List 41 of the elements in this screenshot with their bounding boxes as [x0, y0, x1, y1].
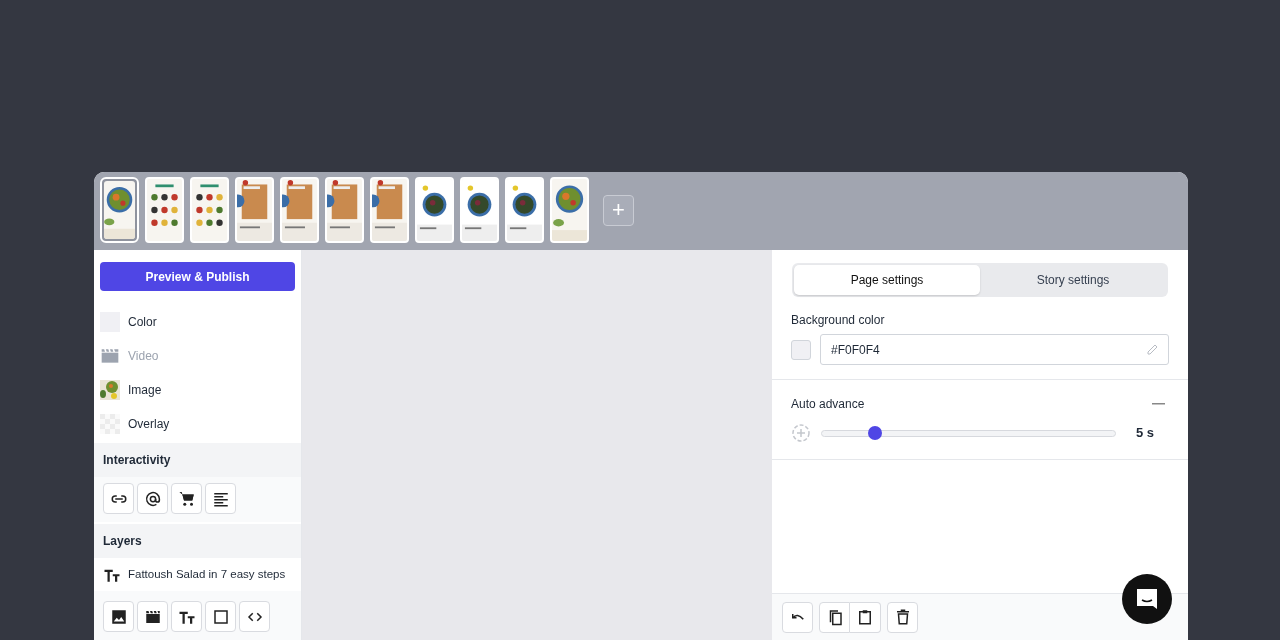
- text-icon[interactable]: [171, 601, 202, 632]
- square-icon[interactable]: [205, 601, 236, 632]
- page-thumbnail[interactable]: [370, 177, 409, 243]
- page-thumbnail[interactable]: [235, 177, 274, 243]
- text-lines-icon[interactable]: [205, 483, 236, 514]
- section-heading: Layers: [94, 524, 301, 558]
- clipboard-icon[interactable]: [850, 601, 881, 633]
- section-heading: Interactivity: [94, 443, 301, 477]
- page-thumbnail[interactable]: [100, 177, 139, 243]
- timer-icon: [791, 423, 811, 443]
- layer-label[interactable]: Fattoush Salad in 7 easy steps: [128, 565, 286, 584]
- undo-icon[interactable]: [782, 601, 813, 633]
- image-icon[interactable]: [103, 601, 134, 632]
- page-thumbnail[interactable]: [460, 177, 499, 243]
- page-thumbnail[interactable]: [550, 177, 589, 243]
- field-label: Background color: [790, 312, 886, 329]
- option-label[interactable]: Color: [128, 313, 157, 332]
- page-thumbnail[interactable]: [505, 177, 544, 243]
- page-thumbnail[interactable]: [190, 177, 229, 243]
- option-label[interactable]: Image: [128, 381, 162, 400]
- slider-thumb[interactable]: [867, 426, 882, 440]
- slider-track[interactable]: [821, 429, 1116, 437]
- settings-tab[interactable]: Story settings: [980, 265, 1166, 295]
- option-label[interactable]: Overlay: [128, 415, 170, 434]
- clapperboard-icon[interactable]: [137, 601, 168, 632]
- code-icon[interactable]: [239, 601, 270, 632]
- trash-icon[interactable]: [887, 601, 918, 633]
- page-thumbnail[interactable]: [145, 177, 184, 243]
- page-thumbnail[interactable]: [415, 177, 454, 243]
- at-sign-icon[interactable]: [137, 483, 168, 514]
- section-heading: Auto advance: [791, 396, 865, 413]
- color-input-field[interactable]: #F0F0F4: [820, 334, 1169, 365]
- page-thumbnail[interactable]: [325, 177, 364, 243]
- color-swatch[interactable]: [791, 339, 811, 360]
- copy-icon[interactable]: [819, 601, 850, 633]
- link-icon[interactable]: [103, 483, 134, 514]
- settings-tab[interactable]: Page settings: [794, 265, 980, 295]
- publish-button[interactable]: Preview & Publish: [100, 262, 295, 292]
- page-thumbnail[interactable]: [280, 177, 319, 243]
- cart-icon[interactable]: [171, 483, 202, 514]
- slider-value: 5 s: [1135, 424, 1154, 443]
